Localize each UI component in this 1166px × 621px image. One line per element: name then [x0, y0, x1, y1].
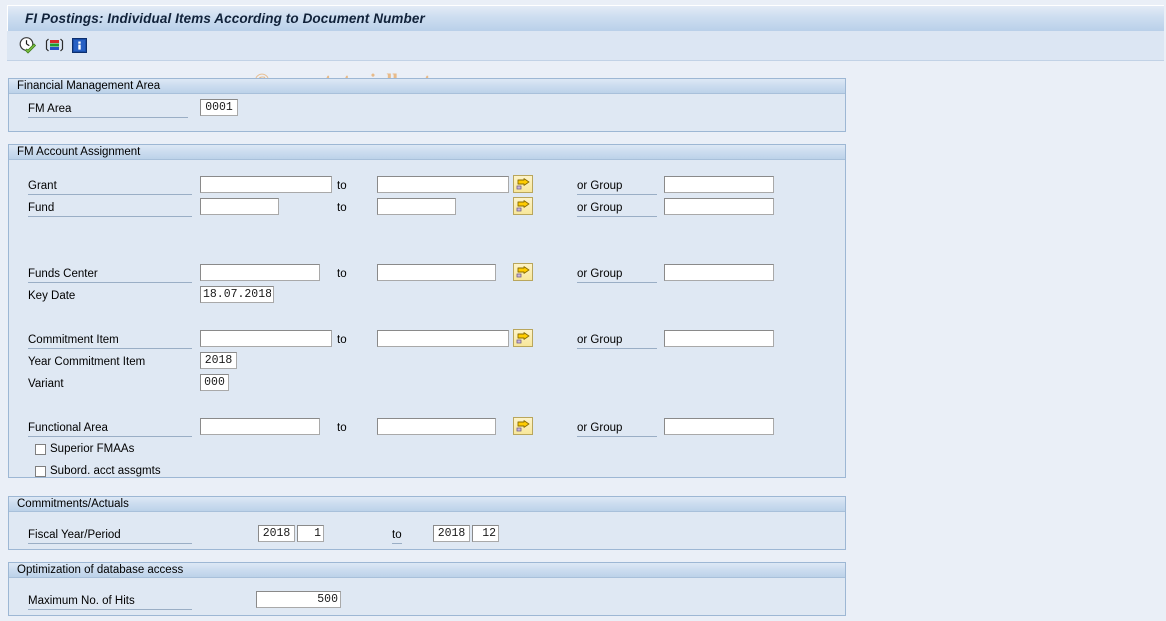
page-title: FI Postings: Individual Items According …: [25, 11, 425, 26]
commitment-item-label: Commitment Item: [28, 333, 192, 349]
key-date-input[interactable]: [200, 286, 274, 303]
title-bar: FI Postings: Individual Items According …: [7, 5, 1164, 31]
panel-fm-account-assignment: FM Account Assignment Grant to or Group …: [8, 144, 846, 478]
funds-center-or-group-label: or Group: [577, 267, 657, 283]
grant-multiselect-button[interactable]: [513, 175, 533, 193]
year-commitment-item-input[interactable]: [200, 352, 237, 369]
functional-area-group-input[interactable]: [664, 418, 774, 435]
toolbar: © www.tutorialkart.com: [7, 31, 1164, 93]
grant-from-input[interactable]: [200, 176, 332, 193]
fm-area-label: FM Area: [28, 102, 188, 118]
panel-title-fm-account-assignment: FM Account Assignment: [9, 144, 845, 160]
fiscal-from-period-input[interactable]: [297, 525, 324, 542]
functional-area-label: Functional Area: [28, 421, 192, 437]
panel-financial-management-area: Financial Management Area FM Area: [8, 78, 846, 132]
commitment-item-to-input[interactable]: [377, 330, 509, 347]
functional-area-to-label: to: [337, 422, 347, 434]
subord-acct-assgmts-row[interactable]: Subord. acct assgmts: [35, 465, 161, 478]
funds-center-multiselect-button[interactable]: [513, 263, 533, 281]
panel-title-optimization: Optimization of database access: [9, 562, 845, 578]
max-hits-input[interactable]: [256, 591, 341, 608]
variant-input[interactable]: [200, 374, 229, 391]
functional-area-multiselect-button[interactable]: [513, 417, 533, 435]
panel-body-commitments-actuals: Fiscal Year/Period to: [9, 512, 845, 548]
max-hits-label: Maximum No. of Hits: [28, 594, 192, 610]
grant-label: Grant: [28, 179, 192, 195]
fund-to-label: to: [337, 202, 347, 214]
commitment-item-from-input[interactable]: [200, 330, 332, 347]
subord-acct-assgmts-label: Subord. acct assgmts: [50, 465, 161, 477]
commitment-item-to-label: to: [337, 334, 347, 346]
superior-fmaas-label: Superior FMAAs: [50, 443, 135, 455]
funds-center-from-input[interactable]: [200, 264, 320, 281]
commitment-item-or-group-label: or Group: [577, 333, 657, 349]
fund-group-input[interactable]: [664, 198, 774, 215]
panel-title-financial-management-area: Financial Management Area: [9, 78, 845, 94]
panel-commitments-actuals: Commitments/Actuals Fiscal Year/Period t…: [8, 496, 846, 550]
commitment-item-multiselect-button[interactable]: [513, 329, 533, 347]
fund-multiselect-button[interactable]: [513, 197, 533, 215]
multiple-selection-icon[interactable]: [45, 36, 64, 55]
superior-fmaas-row[interactable]: Superior FMAAs: [35, 443, 134, 456]
grant-to-input[interactable]: [377, 176, 509, 193]
year-commitment-item-label: Year Commitment Item: [28, 356, 146, 368]
key-date-label: Key Date: [28, 290, 76, 302]
fund-or-group-label: or Group: [577, 201, 657, 217]
panel-body-fm-account-assignment: Grant to or Group Fund to or Group Funds…: [9, 160, 845, 478]
grant-or-group-label: or Group: [577, 179, 657, 195]
fiscal-from-year-input[interactable]: [258, 525, 295, 542]
grant-group-input[interactable]: [664, 176, 774, 193]
funds-center-to-input[interactable]: [377, 264, 496, 281]
execute-icon[interactable]: [18, 36, 37, 55]
superior-fmaas-checkbox[interactable]: [35, 444, 46, 455]
grant-to-label: to: [337, 180, 347, 192]
fiscal-year-period-label: Fiscal Year/Period: [28, 528, 192, 544]
fund-from-input[interactable]: [200, 198, 279, 215]
funds-center-group-input[interactable]: [664, 264, 774, 281]
fund-to-input[interactable]: [377, 198, 456, 215]
sap-window: FI Postings: Individual Items According …: [0, 0, 1166, 621]
info-icon[interactable]: [70, 36, 89, 55]
fund-label: Fund: [28, 201, 192, 217]
funds-center-to-label: to: [337, 268, 347, 280]
commitment-item-group-input[interactable]: [664, 330, 774, 347]
functional-area-or-group-label: or Group: [577, 421, 657, 437]
panel-optimization: Optimization of database access Maximum …: [8, 562, 846, 616]
panel-body-optimization: Maximum No. of Hits: [9, 578, 845, 614]
variant-label: Variant: [28, 378, 64, 390]
fiscal-to-label: to: [392, 528, 402, 544]
functional-area-from-input[interactable]: [200, 418, 320, 435]
funds-center-label: Funds Center: [28, 267, 192, 283]
subord-acct-assgmts-checkbox[interactable]: [35, 466, 46, 477]
fiscal-to-year-input[interactable]: [433, 525, 470, 542]
fiscal-to-period-input[interactable]: [472, 525, 499, 542]
panel-body-financial-management-area: FM Area: [9, 94, 845, 130]
panel-title-commitments-actuals: Commitments/Actuals: [9, 496, 845, 512]
fm-area-input[interactable]: [200, 99, 238, 116]
functional-area-to-input[interactable]: [377, 418, 496, 435]
